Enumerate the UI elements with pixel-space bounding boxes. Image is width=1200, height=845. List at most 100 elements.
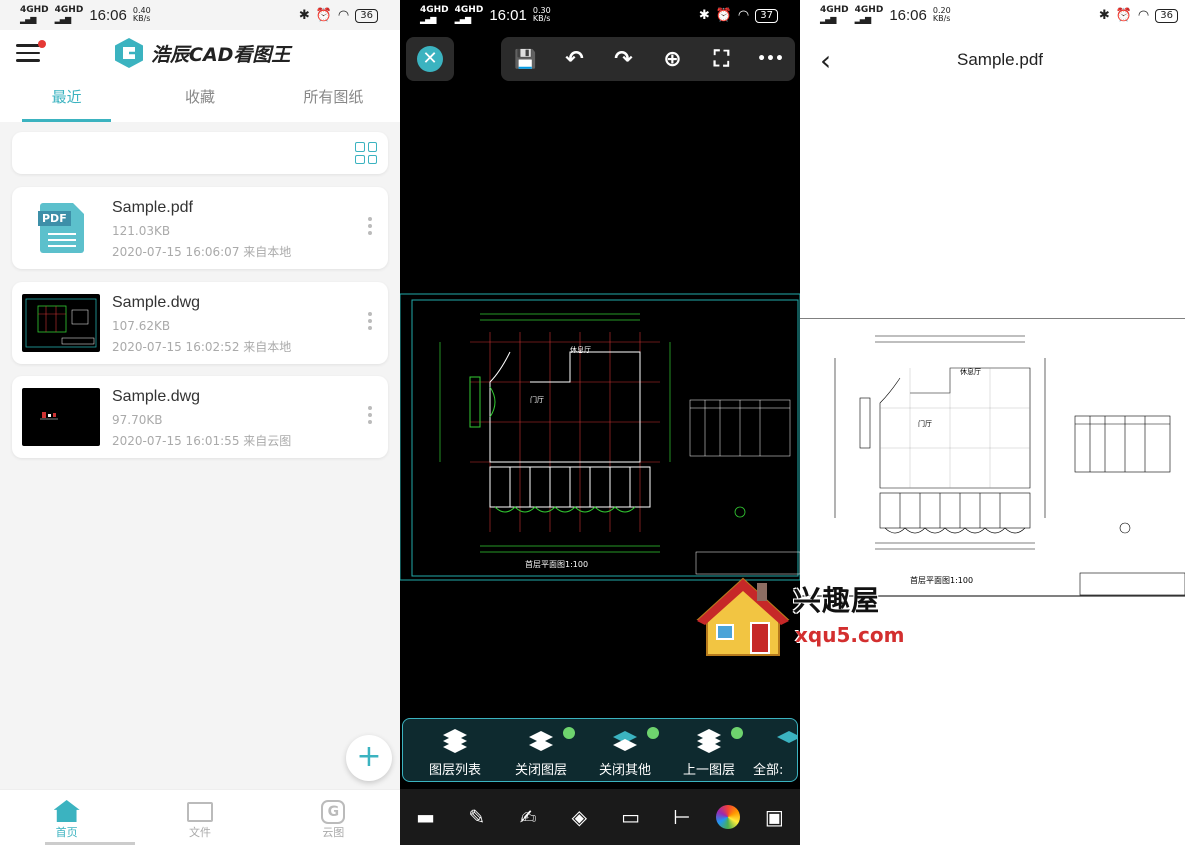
bottom-toolbar: ▬ ✎ ✍ ◈ ▭ ⊢ ▣	[400, 789, 800, 845]
pen-icon[interactable]: ✎	[460, 805, 494, 829]
more-options-icon[interactable]	[368, 312, 372, 333]
network-label: 4GHD	[820, 5, 849, 15]
pdf-badge: PDF	[38, 211, 71, 226]
dwg-thumbnail	[22, 388, 100, 446]
nav-cloud[interactable]: G 云图	[267, 790, 400, 845]
drawing-title: 首层平面图1:100	[525, 559, 588, 569]
pdf-viewer-screen: 4GHD ▂▄▆ 4GHD ▂▄▆ 16:06 0.20 KB/s ✱ ⏰ ◠ 36 …	[800, 0, 1200, 845]
pdf-page-canvas[interactable]: 休息厅 门厅 首层平面图1:100	[800, 317, 1186, 598]
network-speed-unit: KB/s	[932, 14, 951, 23]
file-card[interactable]: PDF Sample.pdf 121.03KB 2020-07-15 16:06…	[12, 187, 388, 269]
dwg-viewer-screen: 4GHD ▂▄▆ 4GHD ▂▄▆ 16:01 0.30 KB/s ✱ ⏰ ◠ 37 …	[400, 0, 800, 845]
dimension-icon[interactable]: ⊢	[665, 805, 699, 829]
file-card[interactable]: Sample.dwg 107.62KB 2020-07-15 16:02:52 …	[12, 282, 388, 364]
file-meta: 2020-07-15 16:02:52 来自本地	[112, 340, 292, 354]
pdf-lines-icon	[48, 233, 76, 251]
grid-view-icon[interactable]	[355, 142, 377, 164]
status-time: 16:06	[889, 6, 927, 24]
add-file-button[interactable]: +	[346, 735, 392, 781]
signal-icon: 4GHD ▂▄▆	[854, 5, 884, 25]
file-meta: 2020-07-15 16:01:55 来自云图	[112, 434, 292, 448]
comment-icon[interactable]: ▬	[409, 805, 443, 829]
network-label: 4GHD	[854, 5, 884, 15]
pdf-thumbnail: PDF	[22, 199, 100, 257]
zoom-icon[interactable]: ⊕	[657, 47, 689, 72]
clock-badge-icon	[731, 727, 743, 739]
dwg-thumbnail	[22, 294, 100, 352]
fullscreen-icon[interactable]: ⛶	[706, 47, 738, 72]
tab-all-drawings[interactable]: 所有图纸	[267, 82, 400, 122]
more-options-icon[interactable]	[368, 217, 372, 238]
battery-icon: 36	[355, 8, 378, 23]
color-wheel-icon[interactable]	[716, 805, 741, 829]
all-layers-icon	[775, 727, 797, 755]
layer-action-label: 关闭其他	[598, 763, 651, 778]
drawing-room-label: 休息厅	[570, 345, 591, 354]
pdf-floor-plan: 休息厅 门厅 首层平面图1:100	[800, 317, 1186, 597]
status-bar: 4GHD ▂▄▆ 4GHD ▂▄▆ 16:06 0.20 KB/s ✱ ⏰ ◠ 36	[800, 0, 1200, 30]
nav-home[interactable]: 首页	[0, 790, 133, 845]
bottom-nav: 首页 文件 G 云图	[0, 789, 400, 845]
network-label: 4GHD	[420, 5, 449, 15]
nav-files[interactable]: 文件	[133, 790, 266, 845]
layer-list-button[interactable]: 图层列表	[415, 725, 495, 778]
previous-layer-button[interactable]: 上一图层	[669, 725, 749, 778]
bluetooth-icon: ✱	[698, 8, 710, 23]
toolbox-icon[interactable]: ▣	[757, 805, 791, 829]
all-layers-button[interactable]: 全部:	[753, 725, 797, 778]
status-bar: 4GHD ▂▄▆ 4GHD ▂▄▆ 16:01 0.30 KB/s ✱ ⏰ ◠ 37	[400, 0, 800, 30]
notification-dot	[38, 40, 46, 48]
save-icon[interactable]: 💾	[510, 49, 542, 70]
redo-icon[interactable]: ↷	[608, 47, 640, 72]
network-speed: 0.30 KB/s	[533, 7, 551, 23]
file-size: 107.62KB	[112, 319, 171, 333]
search-bar[interactable]	[12, 132, 388, 174]
file-card[interactable]: Sample.dwg 97.70KB 2020-07-15 16:01:55 来…	[12, 376, 388, 458]
tab-bar: 最近 收藏 所有图纸	[0, 82, 400, 122]
file-size: 121.03KB	[112, 224, 171, 238]
file-size: 97.70KB	[112, 413, 163, 427]
file-name: Sample.dwg	[112, 388, 201, 405]
menu-icon[interactable]	[16, 44, 40, 62]
close-layer-button[interactable]: 关闭图层	[501, 725, 581, 778]
house-logo-icon	[696, 577, 790, 656]
more-icon[interactable]: •••	[755, 51, 787, 67]
more-options-icon[interactable]	[368, 406, 372, 427]
app-logo: 浩辰CAD看图王	[115, 38, 290, 68]
signal-icon: 4GHD ▂▄▆	[420, 5, 449, 25]
watermark: 兴趣屋 xqu5.com	[695, 575, 915, 665]
edit-icon[interactable]: ✍	[511, 805, 545, 829]
network-speed: 0.20 KB/s	[933, 7, 951, 23]
file-meta: 2020-07-15 16:06:07 来自本地	[112, 245, 292, 259]
clock-badge-icon	[647, 727, 659, 739]
logo-mark-icon	[115, 38, 143, 68]
network-speed-unit: KB/s	[532, 14, 551, 23]
file-name: Sample.dwg	[112, 294, 201, 311]
signal-icon: 4GHD ▂▄▆	[20, 5, 49, 25]
close-others-icon	[611, 727, 639, 755]
home-icon	[53, 800, 80, 822]
nav-home-label: 首页	[55, 826, 78, 839]
ruler-icon[interactable]: ▭	[614, 805, 648, 829]
wifi-icon: ◠	[1137, 8, 1150, 23]
undo-icon[interactable]: ↶	[559, 47, 591, 72]
nav-cloud-label: 云图	[322, 826, 345, 839]
alarm-icon: ⏰	[1115, 8, 1132, 23]
status-time: 16:06	[89, 6, 127, 24]
watermark-url: xqu5.com	[795, 623, 905, 647]
layer-action-label: 关闭图层	[514, 763, 567, 778]
close-viewer-button[interactable]: ✕	[406, 37, 454, 81]
tab-recent[interactable]: 最近	[0, 82, 133, 122]
battery-icon: 36	[1155, 8, 1178, 23]
tab-favorites[interactable]: 收藏	[133, 82, 266, 122]
cad-drawing-canvas[interactable]: 休息厅 门厅 首层平面图1:100	[400, 292, 800, 582]
battery-icon: 37	[755, 8, 778, 23]
alarm-icon: ⏰	[315, 8, 332, 23]
viewer-toolbar: 💾 ↶ ↷ ⊕ ⛶ •••	[501, 37, 795, 81]
layers-icon[interactable]: ◈	[562, 805, 596, 829]
layer-action-label: 上一图层	[682, 763, 735, 778]
close-others-button[interactable]: 关闭其他	[585, 725, 665, 778]
recent-files-screen: 4GHD ▂▄▆ 4GHD ▂▄▆ 16:06 0.40 KB/s ✱ ⏰ ◠ 36 …	[0, 0, 400, 845]
previous-layer-icon	[695, 727, 723, 755]
signal-icon: 4GHD ▂▄▆	[54, 5, 84, 25]
